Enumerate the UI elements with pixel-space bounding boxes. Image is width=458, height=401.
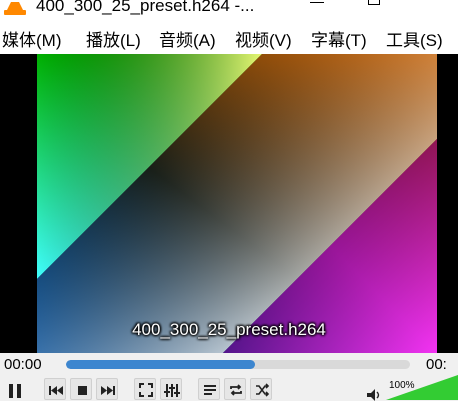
shuffle-icon (256, 383, 270, 397)
subtitle-text: 400_300_25_preset.h264 (132, 320, 326, 339)
pause-icon (9, 384, 21, 398)
previous-icon (49, 386, 63, 395)
next-button[interactable] (96, 378, 118, 400)
previous-button[interactable] (44, 378, 66, 400)
volume-slider-fill (386, 375, 458, 400)
stop-button[interactable] (70, 378, 92, 400)
time-total[interactable]: 00: (426, 356, 447, 373)
seek-bar[interactable] (66, 360, 410, 369)
menu-subtitle[interactable]: 字幕(T) (311, 31, 367, 51)
menu-audio[interactable]: 音频(A) (159, 31, 216, 51)
menu-media[interactable]: 媒体(M) (2, 31, 61, 51)
playlist-button[interactable] (198, 378, 220, 400)
time-elapsed: 00:00 (4, 356, 42, 373)
shuffle-button[interactable] (250, 378, 272, 400)
video-area[interactable]: 400_300_25_preset.h264 (0, 54, 458, 353)
vlc-cone-icon (2, 0, 28, 16)
seek-bar-fill (66, 360, 256, 369)
controls-row: 100% (0, 375, 458, 401)
video-frame (37, 54, 437, 353)
menu-bar: 媒体(M) 播放(L) 音频(A) 视频(V) 字幕(T) 工具(S) (0, 28, 458, 54)
progress-row: 00:00 00: (0, 353, 458, 375)
loop-icon (230, 384, 242, 396)
menu-playback[interactable]: 播放(L) (86, 31, 141, 51)
stop-icon (78, 386, 87, 395)
title-bar: 400_300_25_preset.h264 -... (0, 0, 458, 28)
minimize-icon[interactable] (310, 2, 324, 3)
pause-button[interactable] (4, 378, 26, 400)
equalizer-button[interactable] (160, 378, 182, 400)
fullscreen-button[interactable] (134, 378, 156, 400)
volume-slider[interactable] (386, 375, 458, 400)
speaker-icon[interactable] (366, 389, 382, 401)
fullscreen-icon (139, 383, 153, 397)
playlist-icon (204, 385, 216, 395)
next-icon (101, 386, 115, 395)
menu-tools[interactable]: 工具(S) (386, 31, 443, 51)
loop-button[interactable] (224, 378, 246, 400)
window-title: 400_300_25_preset.h264 -... (36, 0, 255, 15)
equalizer-icon (164, 384, 180, 397)
menu-video[interactable]: 视频(V) (235, 31, 292, 51)
maximize-icon[interactable] (368, 0, 380, 5)
